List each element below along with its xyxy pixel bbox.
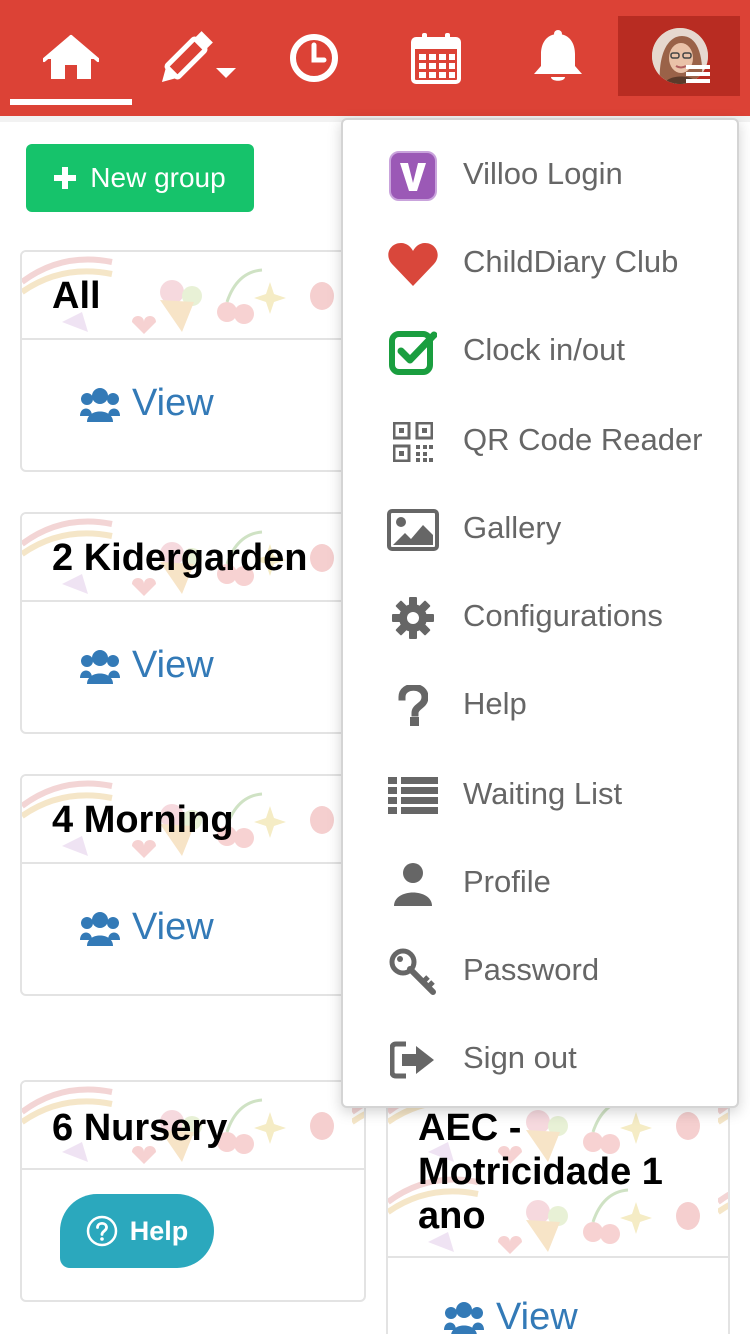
key-icon <box>387 946 439 998</box>
menu-item-label: Clock in/out <box>463 332 625 367</box>
menu-item-villoo-login[interactable]: Villoo Login <box>343 130 737 218</box>
view-group-link[interactable]: View <box>80 382 214 425</box>
question-circle-icon <box>86 1215 117 1247</box>
group-card: 2 Kidergarden View <box>20 512 366 734</box>
new-group-label: New group <box>90 162 226 193</box>
users-icon <box>80 387 120 422</box>
menu-item-gallery[interactable]: Gallery <box>343 484 737 572</box>
menu-item-sign-out[interactable]: Sign out <box>343 1014 737 1102</box>
menu-item-waiting-list[interactable]: Waiting List <box>343 750 737 838</box>
villoo-logo-icon <box>387 150 439 202</box>
list-icon <box>387 770 439 822</box>
menu-item-label: Profile <box>463 864 551 899</box>
pencil-icon <box>161 31 236 83</box>
menu-item-label: Villoo Login <box>463 156 623 191</box>
menu-item-label: QR Code Reader <box>463 422 703 457</box>
nav-notifications-button[interactable] <box>508 0 608 116</box>
view-label: View <box>496 1296 578 1334</box>
chevron-down-icon <box>216 68 236 78</box>
group-card: 6 Nursery <box>20 1080 366 1302</box>
view-group-link[interactable]: View <box>80 644 214 687</box>
qrcode-icon <box>387 416 439 468</box>
menu-item-profile[interactable]: Profile <box>343 838 737 926</box>
help-widget-label: Help <box>129 1215 189 1246</box>
menu-item-label: Configurations <box>463 598 663 633</box>
view-label: View <box>132 644 214 686</box>
gear-icon <box>387 592 439 644</box>
menu-item-label: Help <box>463 686 527 721</box>
users-icon <box>80 649 120 684</box>
menu-item-label: Gallery <box>463 510 562 545</box>
heart-icon <box>387 238 439 290</box>
top-navigation-bar <box>0 0 750 116</box>
nav-calendar-button[interactable] <box>386 0 486 116</box>
group-title: All <box>52 275 101 317</box>
user-menu-button[interactable] <box>618 16 740 96</box>
menu-item-password[interactable]: Password <box>343 926 737 1014</box>
question-icon <box>387 680 439 732</box>
view-group-link[interactable]: View <box>444 1296 578 1334</box>
menu-item-label: Waiting List <box>463 776 623 811</box>
menu-item-configurations[interactable]: Configurations <box>343 572 737 660</box>
user-dropdown-menu: Villoo Login ChildDiary Club Clock in/ou… <box>341 118 739 1108</box>
sign-out-icon <box>387 1034 439 1086</box>
checkbox-icon <box>387 326 439 378</box>
users-icon <box>444 1301 484 1334</box>
menu-item-label: Sign out <box>463 1040 577 1075</box>
plus-icon <box>54 167 77 189</box>
menu-item-qr-code-reader[interactable]: QR Code Reader <box>343 396 737 484</box>
group-card-header: 4 Morning <box>22 776 364 864</box>
group-card-header: 2 Kidergarden <box>22 514 364 602</box>
active-tab-indicator <box>10 99 132 105</box>
home-icon <box>43 35 99 79</box>
group-title: 2 Kidergarden <box>52 537 308 579</box>
group-card: All View <box>20 250 366 472</box>
bell-icon <box>534 30 582 81</box>
group-card: 4 Morning View <box>20 774 366 996</box>
user-icon <box>387 858 439 910</box>
group-title: 4 Morning <box>52 799 234 841</box>
menu-item-help[interactable]: Help <box>343 660 737 748</box>
group-card-header: 6 Nursery <box>22 1082 364 1170</box>
nav-clock-button[interactable] <box>264 0 364 116</box>
view-label: View <box>132 382 214 424</box>
nav-edit-button[interactable] <box>150 0 250 116</box>
menu-item-label: ChildDiary Club <box>463 244 679 279</box>
calendar-icon <box>411 33 461 84</box>
help-widget-button[interactable]: Help <box>60 1194 214 1268</box>
users-icon <box>80 911 120 946</box>
menu-icon <box>686 65 710 83</box>
image-icon <box>387 504 439 556</box>
menu-item-childdiary-club[interactable]: ChildDiary Club <box>343 218 737 306</box>
menu-item-clock-in-out[interactable]: Clock in/out <box>343 306 737 394</box>
view-group-link[interactable]: View <box>80 906 214 949</box>
group-title: 6 Nursery <box>52 1107 228 1149</box>
menu-item-label: Password <box>463 952 600 987</box>
new-group-button[interactable]: New group <box>26 144 254 212</box>
group-card: AEC - Motricidade 1 ano View <box>386 1080 730 1334</box>
group-card-header: All <box>22 252 364 340</box>
clock-icon <box>290 34 338 82</box>
group-card-header: AEC - Motricidade 1 ano <box>388 1082 728 1258</box>
view-label: View <box>132 906 214 948</box>
